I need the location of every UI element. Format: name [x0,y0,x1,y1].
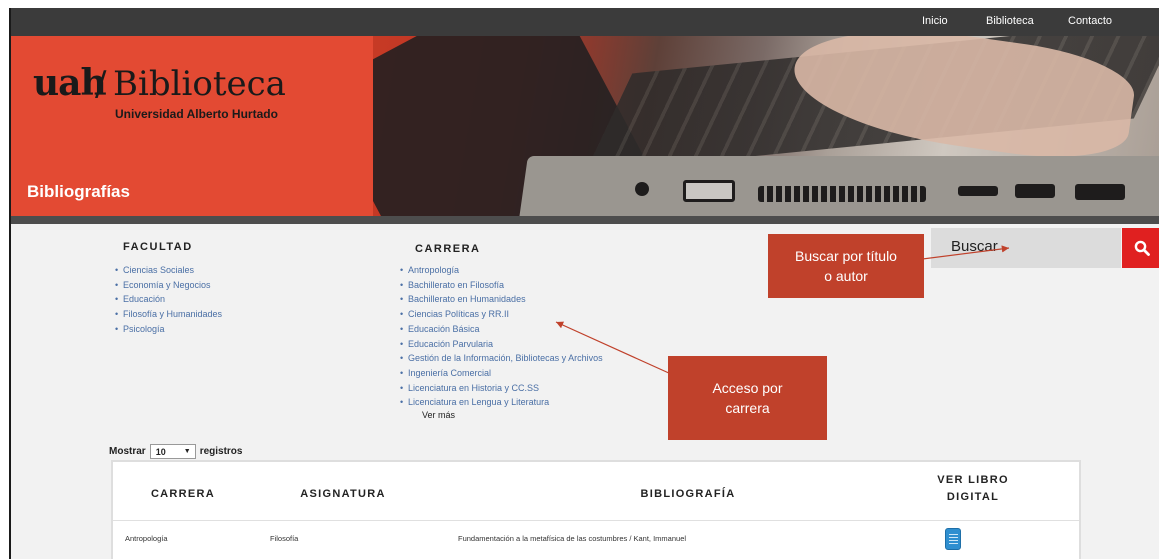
carrera-item[interactable]: Gestión de la Información, Bibliotecas y… [400,351,603,366]
banner-laptop-photo [373,36,1159,216]
column-header-carrera[interactable]: CARRERA [143,488,223,500]
callout-buscar: Buscar por título o autor [768,234,924,298]
facultad-item[interactable]: Psicología [115,322,222,337]
page-title: Bibliografías [27,182,130,201]
carrera-item[interactable]: Ingeniería Comercial [400,366,603,381]
nav-link-contacto[interactable]: Contacto [1068,15,1112,27]
carrera-item[interactable]: Bachillerato en Filosofía [400,278,603,293]
logo-slash: / [95,64,107,104]
column-header-bibliografia[interactable]: BIBLIOGRAFÍA [613,488,763,500]
browser-page: Inicio Biblioteca Contacto uah / Bibliot… [9,8,1159,559]
search-button[interactable] [1122,228,1159,268]
facultad-item[interactable]: Educación [115,292,222,307]
book-icon[interactable] [945,528,961,550]
facultad-heading: FACULTAD [123,241,193,253]
column-header-asignatura[interactable]: ASIGNATURA [283,488,403,500]
mostrar-label: Mostrar [109,446,146,457]
banner-brand-panel: uah / Biblioteca Universidad Alberto Hur… [11,36,373,216]
carrera-heading: CARRERA [415,243,481,255]
nav-link-inicio[interactable]: Inicio [922,15,948,27]
facultad-item[interactable]: Economía y Negocios [115,278,222,293]
search-placeholder: Buscar [951,238,998,255]
cell-asignatura: Filosofía [270,534,299,543]
carrera-item[interactable]: Bachillerato en Humanidades [400,292,603,307]
carrera-item[interactable]: Educación Parvularia [400,337,603,352]
logo-university-name: Universidad Alberto Hurtado [115,107,278,121]
search-icon [1134,240,1150,256]
ver-mas-link[interactable]: Ver más [422,410,455,420]
page-size-value: 10 [155,446,166,457]
header-divider [113,520,1079,521]
carrera-list: Antropología Bachillerato en Filosofía B… [400,263,603,410]
page-size-control: Mostrar 10 ▼ registros [109,444,242,459]
chevron-down-icon: ▼ [183,448,191,455]
page-size-select[interactable]: 10 ▼ [149,444,196,459]
carrera-item[interactable]: Ciencias Políticas y RR.II [400,307,603,322]
cell-bibliografia: Fundamentación a la metafísica de las co… [458,534,687,543]
banner-divider [11,216,1159,224]
carrera-item[interactable]: Educación Básica [400,322,603,337]
search-input[interactable]: Buscar [931,228,1121,268]
facultad-item[interactable]: Filosofía y Humanidades [115,307,222,322]
bibliography-table: CARRERA ASIGNATURA BIBLIOGRAFÍA VER LIBR… [111,460,1081,559]
callout-buscar-text: Buscar por título o autor [795,248,897,284]
header-banner: uah / Biblioteca Universidad Alberto Hur… [11,36,1159,216]
facultad-list: Ciencias Sociales Economía y Negocios Ed… [115,263,222,337]
carrera-item[interactable]: Licenciatura en Historia y CC.SS [400,381,603,396]
nav-link-biblioteca[interactable]: Biblioteca [986,15,1034,27]
column-header-ver-libro[interactable]: VER LIBRO DIGITAL [923,472,1023,506]
callout-acceso: Acceso por carrera [668,356,827,440]
logo-biblioteca[interactable]: Biblioteca [113,64,286,104]
registros-label: registros [199,446,243,457]
facultad-item[interactable]: Ciencias Sociales [115,263,222,278]
carrera-item[interactable]: Antropología [400,263,603,278]
cell-carrera: Antropología [125,534,168,543]
carrera-item[interactable]: Licenciatura en Lengua y Literatura [400,395,603,410]
callout-acceso-text: Acceso por carrera [712,380,783,416]
top-nav: Inicio Biblioteca Contacto [11,8,1159,36]
